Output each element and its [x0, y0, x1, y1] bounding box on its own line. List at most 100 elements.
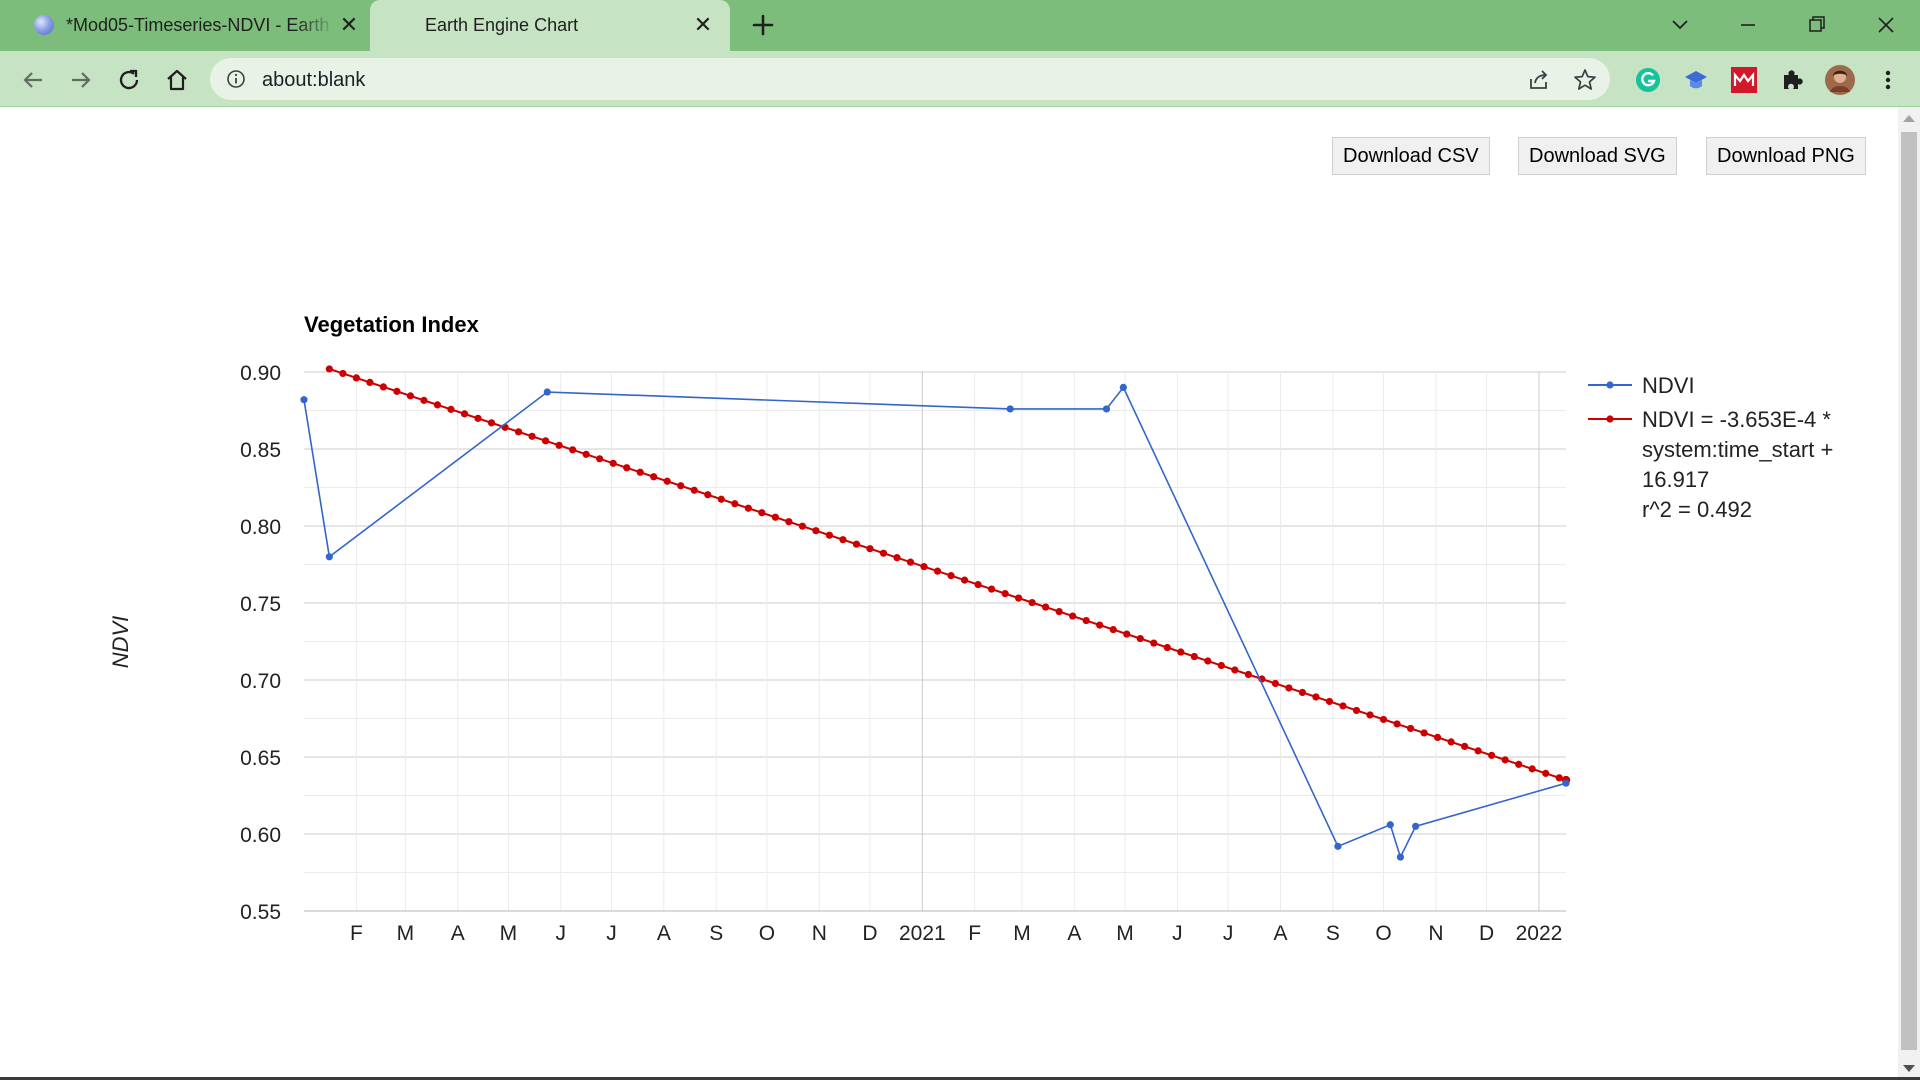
y-tick-label: 0.60	[240, 824, 281, 847]
trend-point	[1123, 630, 1131, 638]
y-tick-label: 0.65	[240, 747, 281, 770]
trend-point	[406, 392, 415, 400]
trend-point	[569, 446, 577, 454]
ndvi-point	[1396, 853, 1405, 861]
tab-earth-engine-chart[interactable]: Earth Engine Chart ✕	[370, 0, 730, 51]
trend-point	[352, 374, 360, 382]
x-tick-label: F	[350, 922, 363, 945]
trend-point	[1501, 756, 1509, 764]
home-icon[interactable]	[160, 63, 194, 97]
trend-point	[447, 405, 455, 413]
reload-icon[interactable]	[112, 63, 146, 97]
trend-point	[1434, 733, 1442, 742]
trend-point	[704, 491, 712, 499]
y-axis-label: NDVI	[108, 616, 133, 669]
chart-title: Vegetation Index	[304, 312, 480, 337]
grammarly-icon[interactable]	[1634, 66, 1662, 94]
scroll-up-icon[interactable]	[1903, 115, 1915, 122]
x-tick-label: J	[606, 922, 617, 945]
window-close-icon[interactable]	[1866, 8, 1906, 42]
trend-point	[433, 401, 442, 409]
trend-point	[582, 450, 590, 458]
legend: NDVI NDVI = -3.653E-4 * system:time_start …	[1588, 373, 1833, 522]
trend-point	[541, 437, 550, 445]
mendeley-icon[interactable]	[1730, 66, 1758, 94]
new-tab-plus-icon[interactable]	[748, 10, 778, 40]
trend-point	[974, 581, 982, 589]
restore-icon[interactable]	[1796, 8, 1836, 42]
ndvi-point	[1119, 383, 1127, 391]
trend-point	[1488, 751, 1496, 759]
arrow-right-icon[interactable]	[64, 63, 98, 97]
close-icon[interactable]: ✕	[336, 12, 362, 38]
x-tick-label: N	[1428, 922, 1443, 945]
star-icon[interactable]	[1572, 67, 1598, 93]
x-tick-label: N	[812, 922, 827, 945]
close-icon[interactable]: ✕	[690, 12, 716, 38]
ndvi-line-chart: Vegetation Index NDVI 0.900.850.800.750.…	[108, 312, 1833, 945]
trend-point	[420, 396, 428, 404]
y-tick-label: 0.85	[240, 439, 281, 462]
puzzle-icon[interactable]	[1778, 66, 1806, 94]
trend-point	[1136, 634, 1144, 643]
arrow-left-icon[interactable]	[16, 63, 50, 97]
graduation-cap-icon[interactable]	[1682, 66, 1710, 94]
trend-point	[717, 495, 725, 503]
legend-label-trend: 16.917	[1642, 467, 1709, 492]
trend-point	[487, 419, 496, 427]
trend-point	[1447, 738, 1455, 746]
scrollbar-thumb[interactable]	[1901, 132, 1917, 1050]
x-tick-label: M	[1013, 922, 1031, 945]
trend-point	[893, 554, 901, 562]
trend-point	[987, 585, 996, 593]
trend-point	[1379, 715, 1388, 724]
trend-point	[1325, 697, 1334, 706]
ndvi-point	[1006, 405, 1014, 413]
trend-point	[366, 378, 374, 387]
trend-point	[379, 383, 388, 391]
address-bar[interactable]: about:blank	[210, 58, 1610, 100]
info-icon[interactable]	[226, 69, 246, 89]
trend-point	[677, 482, 685, 490]
tab-title: *Mod05-Timeseries-NDVI - Earth Engine Co…	[66, 15, 336, 35]
trend-point	[325, 365, 333, 373]
x-tick-label: O	[759, 922, 775, 945]
minimize-icon[interactable]	[1728, 8, 1768, 42]
legend-label-ndvi: NDVI	[1642, 373, 1695, 398]
scroll-down-icon[interactable]	[1903, 1065, 1915, 1072]
trend-point	[1190, 652, 1198, 661]
trend-point	[1163, 643, 1171, 652]
earth-engine-favicon-icon	[34, 15, 54, 35]
tab-search-chevron-down-icon[interactable]	[1660, 8, 1700, 42]
kebab-menu-icon[interactable]	[1874, 66, 1902, 94]
trend-point	[1217, 661, 1225, 670]
x-tick-label: D	[862, 922, 877, 945]
x-tick-labels: F M A M J J A S O N D 2021 F M A M J J A S O N D 2022	[350, 922, 1562, 945]
ndvi-point	[1562, 779, 1570, 787]
trend-point	[1001, 590, 1009, 598]
ndvi-point	[1386, 821, 1394, 829]
trend-point	[1109, 625, 1117, 634]
ndvi-point	[543, 388, 551, 396]
trend-point	[812, 527, 820, 535]
x-tick-label: D	[1479, 922, 1494, 945]
trend-point	[393, 387, 401, 395]
ndvi-point	[1412, 822, 1420, 830]
trend-point	[1312, 693, 1320, 701]
x-tick-label: F	[968, 922, 981, 945]
share-icon[interactable]	[1526, 67, 1552, 93]
tab-code-editor[interactable]: *Mod05-Timeseries-NDVI - Earth Engine Co…	[18, 0, 368, 51]
x-tick-label: A	[1273, 922, 1287, 945]
trend-point	[1285, 684, 1293, 692]
x-tick-label: A	[657, 922, 671, 945]
legend-marker-ndvi	[1606, 381, 1614, 389]
trend-point	[1150, 639, 1158, 647]
ndvi-point	[325, 553, 333, 561]
trend-point	[960, 576, 969, 584]
vertical-scrollbar[interactable]	[1898, 107, 1920, 1080]
trend-point	[1420, 729, 1428, 737]
trend-point	[1082, 616, 1090, 625]
trend-point	[1177, 648, 1185, 656]
trend-point	[1042, 603, 1050, 611]
avatar[interactable]	[1824, 64, 1856, 96]
